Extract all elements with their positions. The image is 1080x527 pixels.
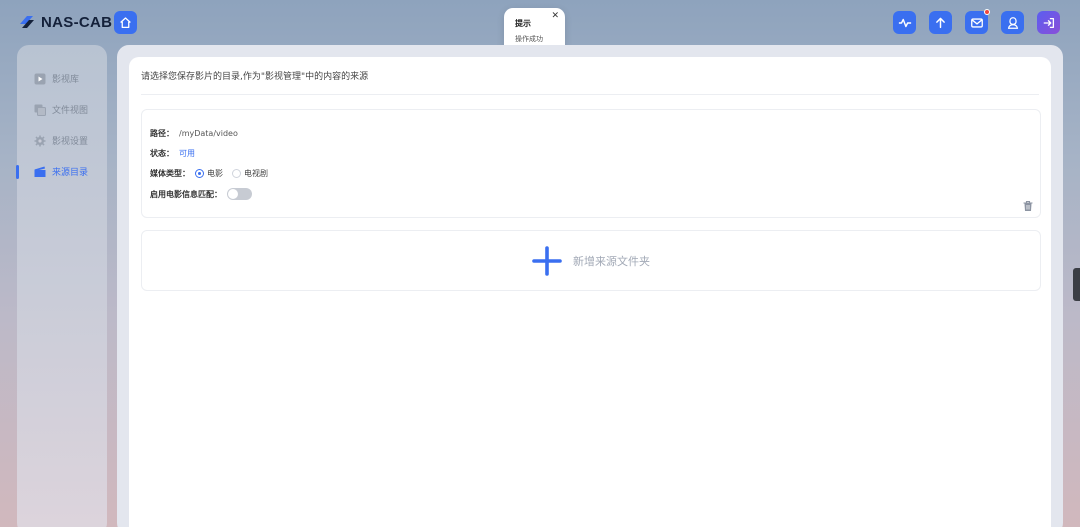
- divider: [141, 94, 1039, 95]
- path-label: 路径：: [150, 129, 174, 138]
- match-label: 启用电影信息匹配：: [150, 189, 222, 199]
- sidebar-item-settings[interactable]: 影视设置: [17, 125, 107, 156]
- logout-button[interactable]: [1037, 11, 1060, 34]
- gear-icon: [34, 135, 46, 147]
- add-source-folder-label: 新增来源文件夹: [573, 254, 650, 268]
- status-value: 可用: [179, 149, 195, 158]
- logout-icon: [1043, 17, 1054, 28]
- notification-dot: [984, 9, 990, 15]
- home-button[interactable]: [114, 11, 137, 34]
- mail-button[interactable]: [965, 9, 990, 34]
- radio-circle: [195, 169, 204, 178]
- activity-button[interactable]: [893, 11, 916, 34]
- sidebar-item-file-view[interactable]: 文件视图: [17, 94, 107, 125]
- logo-mark-icon: [17, 12, 37, 32]
- radio-circle: [232, 169, 241, 178]
- sidebar-item-source-dir[interactable]: 来源目录: [16, 156, 107, 187]
- home-icon: [120, 17, 131, 29]
- sidebar-item-library[interactable]: 影视库: [17, 63, 107, 94]
- play-icon: [34, 73, 46, 85]
- page-description: 请选择您保存影片的目录,作为"影视管理"中的内容的来源: [141, 72, 369, 82]
- radio-label: 电影: [207, 169, 223, 178]
- toast-message: 操作成功: [515, 35, 543, 43]
- user-icon: [1007, 16, 1018, 29]
- status-row: 状态： 可用: [150, 148, 195, 159]
- add-source-folder-button[interactable]: 新增来源文件夹: [141, 230, 1041, 291]
- side-edge-handle[interactable]: [1073, 268, 1080, 301]
- media-type-label: 媒体类型：: [150, 169, 190, 178]
- sidebar-item-label: 文件视图: [52, 106, 89, 116]
- sidebar-item-label: 影视设置: [52, 137, 89, 147]
- path-row: 路径： /myData/video: [150, 128, 238, 139]
- radio-label: 电视剧: [244, 169, 268, 178]
- app-logo: NAS-CAB: [17, 12, 112, 32]
- logo-text: NAS-CAB: [41, 13, 113, 31]
- upload-icon: [936, 17, 945, 29]
- copy-icon: [34, 104, 46, 116]
- status-label: 状态：: [150, 149, 174, 158]
- mail-icon: [970, 17, 983, 28]
- delete-source-button[interactable]: [1022, 197, 1034, 211]
- sidebar-item-label: 来源目录: [52, 168, 89, 178]
- toast-close-button[interactable]: ✕: [551, 11, 559, 21]
- media-type-row: 媒体类型： 电影 电视剧: [150, 168, 277, 179]
- path-value: /myData/video: [179, 129, 238, 138]
- match-row: 启用电影信息匹配：: [150, 188, 252, 200]
- source-folder-card: 路径： /myData/video 状态： 可用 媒体类型： 电影 电视剧 启用…: [141, 109, 1041, 218]
- main-content: 请选择您保存影片的目录,作为"影视管理"中的内容的来源 路径： /myData/…: [129, 57, 1051, 527]
- sidebar: 影视库 文件视图 影视设置 来源目录: [16, 45, 107, 527]
- radio-movie[interactable]: 电影: [195, 168, 223, 179]
- sidebar-item-label: 影视库: [52, 75, 80, 85]
- activity-icon: [898, 18, 911, 27]
- top-actions: [893, 9, 1060, 34]
- radio-tv-series[interactable]: 电视剧: [232, 168, 268, 179]
- trash-icon: [1023, 200, 1033, 211]
- clapperboard-icon: [34, 166, 46, 178]
- upload-button[interactable]: [929, 11, 952, 34]
- plus-icon: [532, 245, 562, 276]
- user-button[interactable]: [1001, 11, 1024, 34]
- match-toggle[interactable]: [227, 188, 252, 200]
